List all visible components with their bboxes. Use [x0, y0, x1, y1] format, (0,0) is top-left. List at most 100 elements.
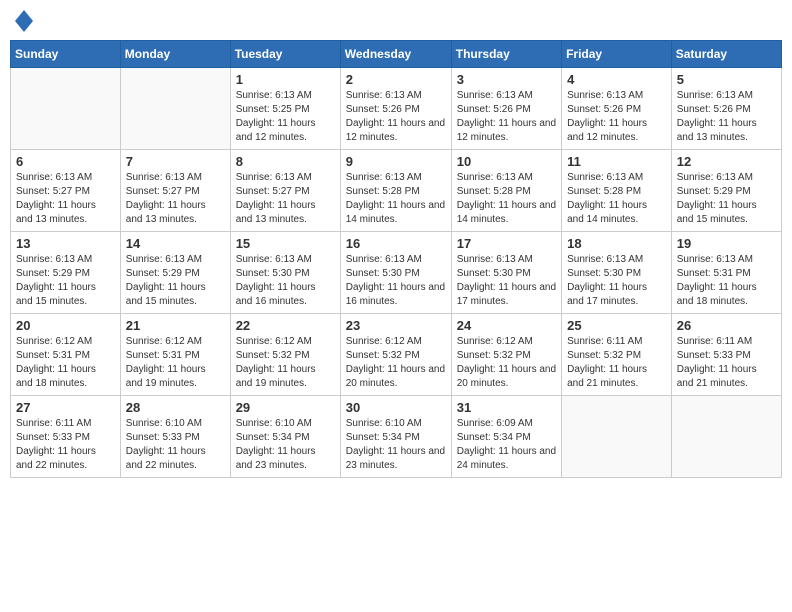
- calendar-cell: [120, 68, 230, 150]
- day-number: 27: [16, 400, 115, 415]
- day-info: Sunrise: 6:13 AMSunset: 5:30 PMDaylight:…: [346, 253, 446, 309]
- day-info: Sunrise: 6:13 AMSunset: 5:27 PMDaylight:…: [126, 171, 225, 227]
- day-info: Sunrise: 6:13 AMSunset: 5:29 PMDaylight:…: [126, 253, 225, 309]
- day-info: Sunrise: 6:13 AMSunset: 5:28 PMDaylight:…: [346, 171, 446, 227]
- calendar-cell: 30 Sunrise: 6:10 AMSunset: 5:34 PMDayligh…: [340, 396, 451, 478]
- day-number: 19: [677, 236, 776, 251]
- day-number: 22: [236, 318, 335, 333]
- page-header: [10, 10, 782, 32]
- day-info: Sunrise: 6:13 AMSunset: 5:26 PMDaylight:…: [567, 89, 666, 145]
- day-info: Sunrise: 6:13 AMSunset: 5:30 PMDaylight:…: [236, 253, 335, 309]
- day-number: 17: [457, 236, 556, 251]
- calendar-cell: 22 Sunrise: 6:12 AMSunset: 5:32 PMDayligh…: [230, 314, 340, 396]
- day-number: 29: [236, 400, 335, 415]
- logo: [14, 10, 34, 32]
- day-info: Sunrise: 6:10 AMSunset: 5:34 PMDaylight:…: [236, 417, 335, 473]
- day-number: 1: [236, 72, 335, 87]
- calendar-cell: 25 Sunrise: 6:11 AMSunset: 5:32 PMDayligh…: [562, 314, 672, 396]
- day-number: 14: [126, 236, 225, 251]
- calendar-cell: 6 Sunrise: 6:13 AMSunset: 5:27 PMDaylight…: [11, 150, 121, 232]
- logo-icon: [15, 10, 33, 32]
- calendar-cell: 13 Sunrise: 6:13 AMSunset: 5:29 PMDayligh…: [11, 232, 121, 314]
- day-number: 8: [236, 154, 335, 169]
- weekday-header-saturday: Saturday: [671, 41, 781, 68]
- calendar-cell: 19 Sunrise: 6:13 AMSunset: 5:31 PMDayligh…: [671, 232, 781, 314]
- day-number: 9: [346, 154, 446, 169]
- day-number: 2: [346, 72, 446, 87]
- calendar-cell: 8 Sunrise: 6:13 AMSunset: 5:27 PMDaylight…: [230, 150, 340, 232]
- day-number: 23: [346, 318, 446, 333]
- day-info: Sunrise: 6:13 AMSunset: 5:25 PMDaylight:…: [236, 89, 335, 145]
- weekday-header-thursday: Thursday: [451, 41, 561, 68]
- day-info: Sunrise: 6:12 AMSunset: 5:32 PMDaylight:…: [346, 335, 446, 391]
- calendar-cell: 21 Sunrise: 6:12 AMSunset: 5:31 PMDayligh…: [120, 314, 230, 396]
- day-info: Sunrise: 6:10 AMSunset: 5:34 PMDaylight:…: [346, 417, 446, 473]
- calendar-cell: 11Sunrise: 6:13 AMSunset: 5:28 PMDayligh…: [562, 150, 672, 232]
- day-info: Sunrise: 6:11 AMSunset: 5:33 PMDaylight:…: [16, 417, 115, 473]
- weekday-header-wednesday: Wednesday: [340, 41, 451, 68]
- day-number: 7: [126, 154, 225, 169]
- day-number: 31: [457, 400, 556, 415]
- day-number: 15: [236, 236, 335, 251]
- day-info: Sunrise: 6:13 AMSunset: 5:29 PMDaylight:…: [677, 171, 776, 227]
- calendar-table: SundayMondayTuesdayWednesdayThursdayFrid…: [10, 40, 782, 478]
- day-info: Sunrise: 6:12 AMSunset: 5:32 PMDaylight:…: [236, 335, 335, 391]
- day-info: Sunrise: 6:11 AMSunset: 5:33 PMDaylight:…: [677, 335, 776, 391]
- day-number: 3: [457, 72, 556, 87]
- day-number: 6: [16, 154, 115, 169]
- calendar-cell: 20Sunrise: 6:12 AMSunset: 5:31 PMDayligh…: [11, 314, 121, 396]
- day-info: Sunrise: 6:13 AMSunset: 5:28 PMDaylight:…: [457, 171, 556, 227]
- day-info: Sunrise: 6:11 AMSunset: 5:32 PMDaylight:…: [567, 335, 666, 391]
- day-info: Sunrise: 6:10 AMSunset: 5:33 PMDaylight:…: [126, 417, 225, 473]
- calendar-cell: 18 Sunrise: 6:13 AMSunset: 5:30 PMDayligh…: [562, 232, 672, 314]
- calendar-cell: 28 Sunrise: 6:10 AMSunset: 5:33 PMDayligh…: [120, 396, 230, 478]
- calendar-cell: 10 Sunrise: 6:13 AMSunset: 5:28 PMDayligh…: [451, 150, 561, 232]
- day-number: 26: [677, 318, 776, 333]
- day-info: Sunrise: 6:13 AMSunset: 5:26 PMDaylight:…: [677, 89, 776, 145]
- calendar-cell: 12 Sunrise: 6:13 AMSunset: 5:29 PMDayligh…: [671, 150, 781, 232]
- calendar-cell: 9 Sunrise: 6:13 AMSunset: 5:28 PMDaylight…: [340, 150, 451, 232]
- day-number: 24: [457, 318, 556, 333]
- calendar-cell: 29 Sunrise: 6:10 AMSunset: 5:34 PMDayligh…: [230, 396, 340, 478]
- calendar-cell: [562, 396, 672, 478]
- day-number: 25: [567, 318, 666, 333]
- calendar-cell: 15 Sunrise: 6:13 AMSunset: 5:30 PMDayligh…: [230, 232, 340, 314]
- day-number: 4: [567, 72, 666, 87]
- calendar-cell: 3 Sunrise: 6:13 AMSunset: 5:26 PMDaylight…: [451, 68, 561, 150]
- day-info: Sunrise: 6:13 AMSunset: 5:31 PMDaylight:…: [677, 253, 776, 309]
- day-info: Sunrise: 6:12 AMSunset: 5:31 PMDaylight:…: [126, 335, 225, 391]
- calendar-cell: 5 Sunrise: 6:13 AMSunset: 5:26 PMDaylight…: [671, 68, 781, 150]
- day-info: Sunrise: 6:13 AMSunset: 5:26 PMDaylight:…: [457, 89, 556, 145]
- weekday-header-monday: Monday: [120, 41, 230, 68]
- calendar-cell: 27 Sunrise: 6:11 AMSunset: 5:33 PMDayligh…: [11, 396, 121, 478]
- calendar-cell: 7 Sunrise: 6:13 AMSunset: 5:27 PMDaylight…: [120, 150, 230, 232]
- day-number: 21: [126, 318, 225, 333]
- calendar-cell: 26 Sunrise: 6:11 AMSunset: 5:33 PMDayligh…: [671, 314, 781, 396]
- calendar-cell: 14 Sunrise: 6:13 AMSunset: 5:29 PMDayligh…: [120, 232, 230, 314]
- day-number: 18: [567, 236, 666, 251]
- day-info: Sunrise: 6:13 AMSunset: 5:27 PMDaylight:…: [16, 171, 115, 227]
- day-info: Sunrise: 6:13 AMSunset: 5:26 PMDaylight:…: [346, 89, 446, 145]
- day-info: Sunrise: 6:12 AMSunset: 5:32 PMDaylight:…: [457, 335, 556, 391]
- day-number: 28: [126, 400, 225, 415]
- day-info: Sunrise: 6:13 AMSunset: 5:30 PMDaylight:…: [567, 253, 666, 309]
- day-number: 5: [677, 72, 776, 87]
- day-number: 10: [457, 154, 556, 169]
- day-info: Sunrise: 6:13 AMSunset: 5:30 PMDaylight:…: [457, 253, 556, 309]
- weekday-header-tuesday: Tuesday: [230, 41, 340, 68]
- day-number: 12: [677, 154, 776, 169]
- day-info: Sunrise: 6:13 AMSunset: 5:29 PMDaylight:…: [16, 253, 115, 309]
- day-number: 30: [346, 400, 446, 415]
- calendar-cell: 2 Sunrise: 6:13 AMSunset: 5:26 PMDaylight…: [340, 68, 451, 150]
- day-info: Sunrise: 6:13 AMSunset: 5:27 PMDaylight:…: [236, 171, 335, 227]
- calendar-cell: 17 Sunrise: 6:13 AMSunset: 5:30 PMDayligh…: [451, 232, 561, 314]
- day-number: 13: [16, 236, 115, 251]
- day-info: Sunrise: 6:09 AMSunset: 5:34 PMDaylight:…: [457, 417, 556, 473]
- calendar-cell: 16Sunrise: 6:13 AMSunset: 5:30 PMDayligh…: [340, 232, 451, 314]
- day-number: 20: [16, 318, 115, 333]
- calendar-cell: 1 Sunrise: 6:13 AMSunset: 5:25 PMDaylight…: [230, 68, 340, 150]
- day-number: 11: [567, 154, 666, 169]
- weekday-header-friday: Friday: [562, 41, 672, 68]
- calendar-cell: [11, 68, 121, 150]
- calendar-cell: 24 Sunrise: 6:12 AMSunset: 5:32 PMDayligh…: [451, 314, 561, 396]
